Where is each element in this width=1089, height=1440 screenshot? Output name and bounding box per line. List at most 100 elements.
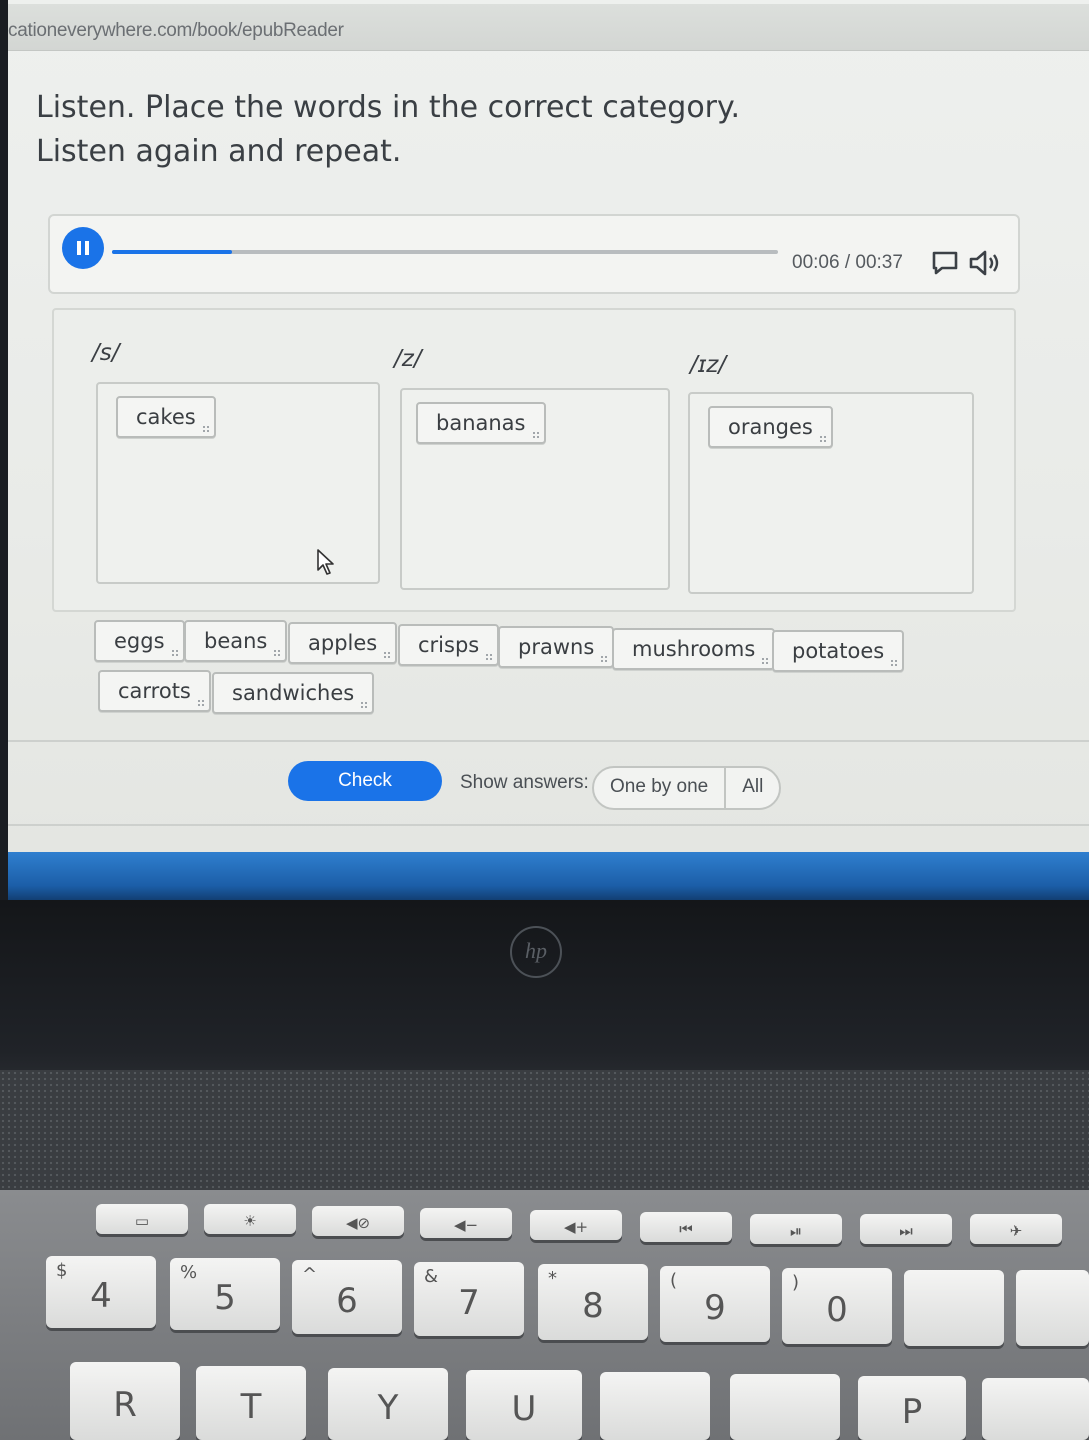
- dropzone-iz[interactable]: oranges: [688, 392, 974, 594]
- pause-button[interactable]: [62, 227, 104, 269]
- word-chip-beans[interactable]: beans: [184, 620, 288, 662]
- next-track-icon: ⏭: [899, 1221, 913, 1240]
- key-r: R: [70, 1362, 180, 1440]
- drag-handle-icon: [360, 701, 369, 709]
- drag-handle-icon: [196, 699, 205, 707]
- word-chip-apples[interactable]: apples: [288, 622, 398, 664]
- key-t: T: [196, 1366, 306, 1440]
- key-u: U: [466, 1370, 582, 1440]
- word-chip-cakes[interactable]: cakes: [116, 396, 216, 438]
- key-o: [730, 1374, 840, 1440]
- key-digit: 5: [214, 1278, 236, 1318]
- key-f10: ⏯: [750, 1214, 842, 1244]
- key-5: % 5: [170, 1258, 280, 1330]
- key-digit: 9: [704, 1288, 726, 1328]
- key-digit: 0: [826, 1290, 848, 1330]
- key-6: ^ 6: [292, 1260, 402, 1334]
- key-f12: ✈: [970, 1214, 1062, 1244]
- key-letter: T: [240, 1387, 262, 1427]
- transcript-icon[interactable]: [930, 248, 960, 278]
- word-chip-mushrooms[interactable]: mushrooms: [612, 628, 776, 670]
- word-chip-label: potatoes: [792, 639, 885, 663]
- key-digit: 6: [336, 1281, 358, 1321]
- key-minus: [904, 1270, 1004, 1346]
- taskbar-strip: [8, 852, 1089, 900]
- screen-icon: ▭: [134, 1211, 150, 1230]
- key-shift-symbol: ): [792, 1272, 800, 1293]
- key-f6: ◀⊘: [312, 1206, 404, 1236]
- word-chip-label: eggs: [114, 629, 165, 653]
- divider: [8, 824, 1089, 826]
- key-9: (9: [660, 1266, 770, 1342]
- key-y: Y: [328, 1368, 448, 1440]
- instruction-line-1: Listen. Place the words in the correct c…: [36, 90, 741, 125]
- word-chip-oranges[interactable]: oranges: [708, 406, 833, 448]
- laptop-keyboard: ▭ ☀ ◀⊘ ◀− ◀+ ⏮ ⏯ ⏭ ✈ $4 % 5 ^ 6 & 7 * 8 (9 )…: [0, 1190, 1089, 1440]
- key-f11: ⏭: [860, 1214, 952, 1244]
- drag-handle-icon: [201, 425, 210, 433]
- word-chip-sandwiches[interactable]: sandwiches: [212, 672, 375, 714]
- pause-icon: [77, 241, 81, 255]
- word-chip-prawns[interactable]: prawns: [498, 626, 615, 668]
- category-panel: /s/ /z/ /ɪz/ cakes bananas oranges: [52, 308, 1016, 612]
- drag-handle-icon: [818, 435, 827, 443]
- category-label-s: /s/: [92, 340, 120, 366]
- url-text: cationeverywhere.com/book/epubReader: [8, 20, 344, 41]
- key-letter: U: [511, 1389, 537, 1429]
- drag-handle-icon: [890, 659, 899, 667]
- mouse-cursor-icon: [317, 549, 334, 575]
- word-chip-label: bananas: [436, 411, 526, 435]
- drag-handle-icon: [485, 653, 494, 661]
- mute-icon: ◀⊘: [345, 1213, 371, 1232]
- check-button[interactable]: Check: [288, 761, 442, 801]
- show-answers-label: Show answers:: [460, 772, 589, 793]
- key-4: $4: [46, 1256, 156, 1328]
- show-answers-toggle: One by one All: [592, 766, 782, 810]
- audio-time: 00:06 / 00:37: [792, 252, 903, 273]
- key-f5: ☀: [204, 1204, 296, 1234]
- dropzone-z[interactable]: bananas: [400, 388, 670, 590]
- speaker-grille: [0, 1070, 1089, 1190]
- backlight-icon: ☀: [243, 1211, 257, 1230]
- drag-handle-icon: [273, 649, 282, 657]
- key-f9: ⏮: [640, 1212, 732, 1242]
- word-chip-eggs[interactable]: eggs: [94, 620, 185, 662]
- key-letter: Y: [377, 1388, 399, 1428]
- drag-handle-icon: [170, 649, 179, 657]
- previous-track-icon: ⏮: [679, 1219, 693, 1238]
- key-shift-symbol: &: [424, 1266, 439, 1287]
- word-chip-potatoes[interactable]: potatoes: [772, 630, 905, 672]
- airplane-icon: ✈: [1009, 1221, 1023, 1240]
- audio-progress-bar[interactable]: [112, 250, 778, 254]
- key-i: [600, 1372, 710, 1440]
- key-f4: ▭: [96, 1204, 188, 1234]
- word-chip-label: oranges: [728, 415, 813, 439]
- laptop-bezel: hp: [0, 900, 1089, 1090]
- word-chip-label: sandwiches: [232, 681, 355, 705]
- audio-progress-fill: [112, 250, 232, 254]
- word-chip-label: crisps: [418, 633, 480, 657]
- word-chip-label: carrots: [118, 679, 191, 703]
- drag-handle-icon: [600, 655, 609, 663]
- instruction-line-2: Listen again and repeat.: [36, 134, 402, 169]
- one-by-one-button[interactable]: One by one: [594, 768, 727, 808]
- key-shift-symbol: *: [548, 1268, 557, 1289]
- key-f8: ◀+: [530, 1210, 622, 1240]
- browser-window: cationeverywhere.com/book/epubReader Lis…: [8, 0, 1089, 862]
- category-label-z: /z/: [394, 346, 422, 372]
- drag-handle-icon: [531, 431, 540, 439]
- key-shift-symbol: (: [670, 1270, 678, 1291]
- key-digit: 4: [90, 1276, 112, 1316]
- all-button[interactable]: All: [726, 768, 779, 808]
- word-chip-bananas[interactable]: bananas: [416, 402, 546, 444]
- word-chip-crisps[interactable]: crisps: [398, 624, 500, 666]
- address-bar[interactable]: cationeverywhere.com/book/epubReader: [8, 4, 1089, 51]
- category-label-iz: /ɪz/: [690, 352, 727, 378]
- word-chip-carrots[interactable]: carrots: [98, 670, 211, 712]
- audio-player: 00:06 / 00:37: [48, 214, 1020, 294]
- key-digit: 8: [582, 1286, 604, 1326]
- instruction-text: Listen. Place the words in the correct c…: [36, 86, 740, 174]
- volume-icon[interactable]: [968, 248, 1004, 278]
- drag-handle-icon: [761, 657, 770, 665]
- key-8: * 8: [538, 1264, 648, 1340]
